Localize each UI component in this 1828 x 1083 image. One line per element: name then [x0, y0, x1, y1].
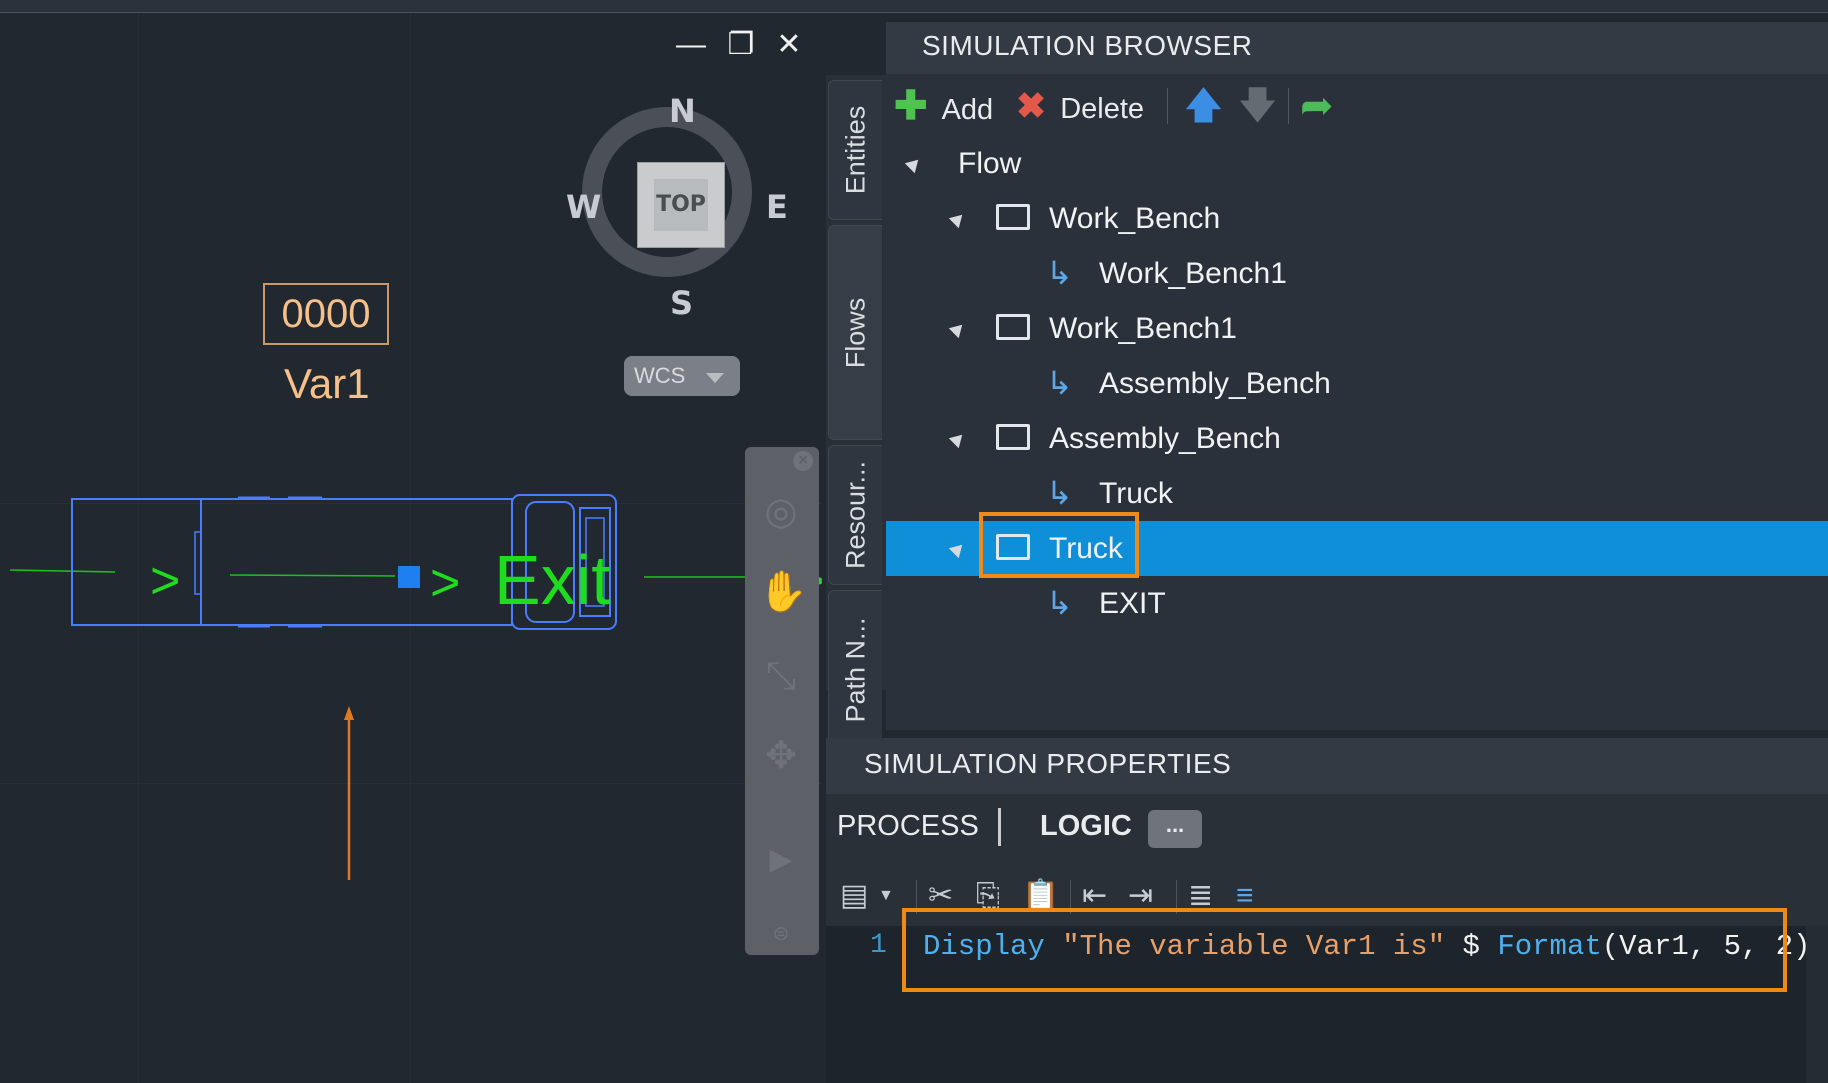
tree-item-link[interactable]: ↳ EXIT [886, 576, 1828, 631]
document-icon[interactable]: ▤ [840, 876, 868, 916]
zoom-icon[interactable]: ⤡ [758, 653, 804, 699]
rectangle-icon [996, 314, 1030, 340]
add-label: Add [941, 94, 994, 126]
tree-item-label: Work_Bench1 [1099, 257, 1287, 290]
compass-west[interactable]: W [566, 188, 601, 226]
wcs-dropdown[interactable]: WCS [624, 356, 740, 396]
tree-item-node[interactable]: Work_Bench [886, 191, 1828, 246]
viewcube-top-label: TOP [654, 179, 708, 231]
tab-entities[interactable]: Entities [828, 80, 882, 220]
line-number: 1 [870, 930, 887, 961]
tab-logic[interactable]: LOGIC [1040, 810, 1132, 843]
showmotion-icon[interactable]: ▶ [758, 837, 804, 883]
rectangle-icon [996, 424, 1030, 450]
move-down-icon[interactable]: 🡇 [1238, 78, 1277, 134]
side-tab-strip: Entities Flows Resour... Path N... [826, 75, 886, 750]
tree-item-node[interactable]: Assembly_Bench [886, 411, 1828, 466]
route-arrow-icon: ↳ [1046, 365, 1073, 401]
delete-button[interactable]: ✖ Delete [1016, 78, 1144, 134]
flow-arrow-text: > [150, 552, 180, 610]
tree-item-label: Assembly_Bench [1049, 422, 1281, 455]
add-button[interactable]: ✚ Add [894, 78, 993, 134]
steering-wheel-icon[interactable]: ◎ [758, 489, 804, 535]
redirect-arrow-icon[interactable]: ➦ [1300, 78, 1334, 134]
model-drawing[interactable]: > > Exit > [0, 470, 822, 890]
expand-triangle-icon[interactable] [904, 154, 924, 174]
browser-toolbar: ✚ Add ✖ Delete 🡅 🡇 ➦ [886, 78, 1828, 134]
flow-line [9, 569, 116, 573]
tab-flows[interactable]: Flows [828, 225, 882, 440]
tab-path-networks[interactable]: Path N... [828, 590, 882, 750]
orange-arrow-head [344, 706, 354, 720]
code-highlight-box [902, 908, 1787, 992]
viewcube-top-face[interactable]: TOP [637, 162, 725, 248]
properties-title: SIMULATION PROPERTIES [864, 748, 1232, 779]
browser-title: SIMULATION BROWSER [922, 30, 1253, 61]
compass-south[interactable]: S [670, 284, 693, 322]
tree-item-label: EXIT [1099, 587, 1166, 620]
tree-item-label: Work_Bench [1049, 202, 1221, 235]
compass-north[interactable]: N [669, 92, 696, 130]
top-border [0, 0, 1828, 13]
tree-item-label: Work_Bench1 [1049, 312, 1237, 345]
wcs-label: WCS [634, 363, 686, 388]
flow-line [229, 574, 396, 577]
minimize-icon[interactable]: — [674, 28, 708, 62]
tree-item-label: Truck [1049, 532, 1123, 565]
exit-label: Exit [494, 541, 611, 619]
restore-icon[interactable]: ❐ [724, 28, 758, 62]
expand-triangle-icon[interactable] [948, 319, 968, 339]
flow-arrow-text: > [430, 554, 460, 612]
tab-divider [998, 808, 1001, 846]
move-up-icon[interactable]: 🡅 [1184, 78, 1223, 134]
chevron-down-icon [706, 373, 724, 383]
browser-header: SIMULATION BROWSER [886, 22, 1828, 74]
tab-label: Path N... [840, 617, 870, 723]
tab-label: Flows [840, 297, 870, 368]
customize-icon[interactable]: ⊜ [758, 911, 804, 957]
tab-process[interactable]: PROCESS [837, 810, 979, 843]
toolbar-separator [1167, 88, 1168, 124]
expand-triangle-icon[interactable] [948, 429, 968, 449]
pan-hand-icon[interactable]: ✋ [758, 569, 808, 615]
tree-item-label: Flow [958, 147, 1022, 180]
delete-label: Delete [1060, 93, 1145, 125]
tree-item-node-selected[interactable]: Truck [886, 512, 1828, 578]
close-icon[interactable]: × [793, 451, 813, 471]
tab-label: Resour... [840, 460, 870, 570]
tab-resources[interactable]: Resour... [828, 445, 882, 585]
more-button[interactable]: ... [1148, 810, 1202, 848]
rectangle-icon [996, 204, 1030, 230]
orbit-icon[interactable]: ✥ [758, 733, 804, 779]
chevron-down-icon[interactable]: ▼ [878, 876, 894, 916]
expand-triangle-icon[interactable] [948, 539, 968, 559]
tree-item-node[interactable]: Work_Bench1 [886, 301, 1828, 356]
variable-label[interactable]: Var1 [284, 360, 370, 408]
entity-marker [398, 566, 420, 588]
tree-item-label: Assembly_Bench [1099, 367, 1331, 400]
toolbar-separator [1288, 88, 1289, 124]
delete-x-icon: ✖ [1016, 85, 1047, 126]
properties-header: SIMULATION PROPERTIES [826, 738, 1828, 794]
editor-scrollbar[interactable] [1806, 926, 1828, 1083]
compass-east[interactable]: E [766, 188, 788, 226]
expand-triangle-icon[interactable] [948, 209, 968, 229]
route-arrow-icon: ↳ [1046, 475, 1073, 511]
plus-icon: ✚ [894, 84, 928, 128]
tree-item-link[interactable]: ↳ Assembly_Bench [886, 356, 1828, 411]
route-arrow-icon: ↳ [1046, 255, 1073, 291]
close-icon[interactable]: ✕ [772, 28, 806, 62]
tab-label: Entities [840, 105, 870, 195]
tree-item-flow[interactable]: Flow [886, 136, 1828, 191]
variable-counter[interactable]: 0000 [263, 283, 389, 345]
tree-item-link[interactable]: ↳ Work_Bench1 [886, 246, 1828, 301]
route-arrow-icon: ↳ [1046, 585, 1073, 621]
navigation-bar[interactable]: × ◎ ✋ ⤡ ✥ ▶ ⊜ [745, 447, 819, 955]
rectangle-icon [996, 534, 1030, 560]
